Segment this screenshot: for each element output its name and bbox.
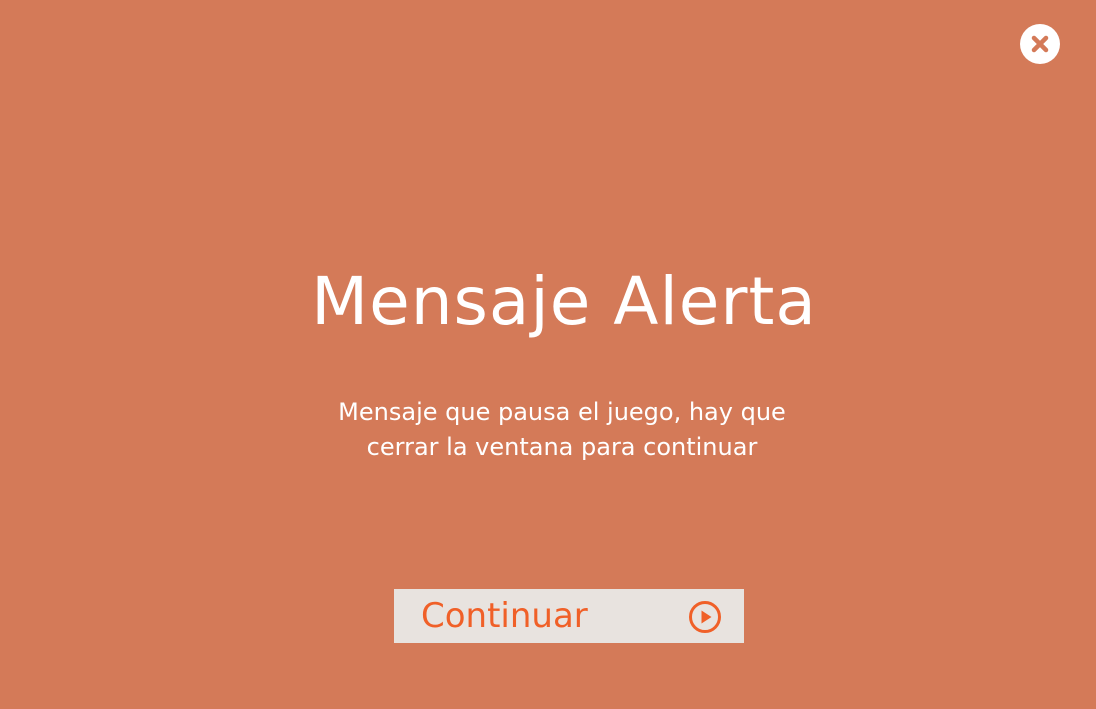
alert-screen: Mensaje Alerta Mensaje que pausa el jueg… — [0, 0, 1096, 709]
play-circle-icon — [688, 600, 722, 634]
alert-message-line-1: Mensaje que pausa el juego, hay que — [338, 398, 786, 426]
alert-message: Mensaje que pausa el juego, hay que cerr… — [0, 395, 1096, 465]
continue-button[interactable]: Continuar — [394, 589, 744, 643]
close-button[interactable] — [1020, 24, 1060, 64]
alert-message-line-2: cerrar la ventana para continuar — [366, 433, 758, 461]
alert-title: Mensaje Alerta — [311, 263, 817, 340]
continue-button-label: Continuar — [421, 596, 588, 636]
close-icon — [1029, 33, 1051, 55]
